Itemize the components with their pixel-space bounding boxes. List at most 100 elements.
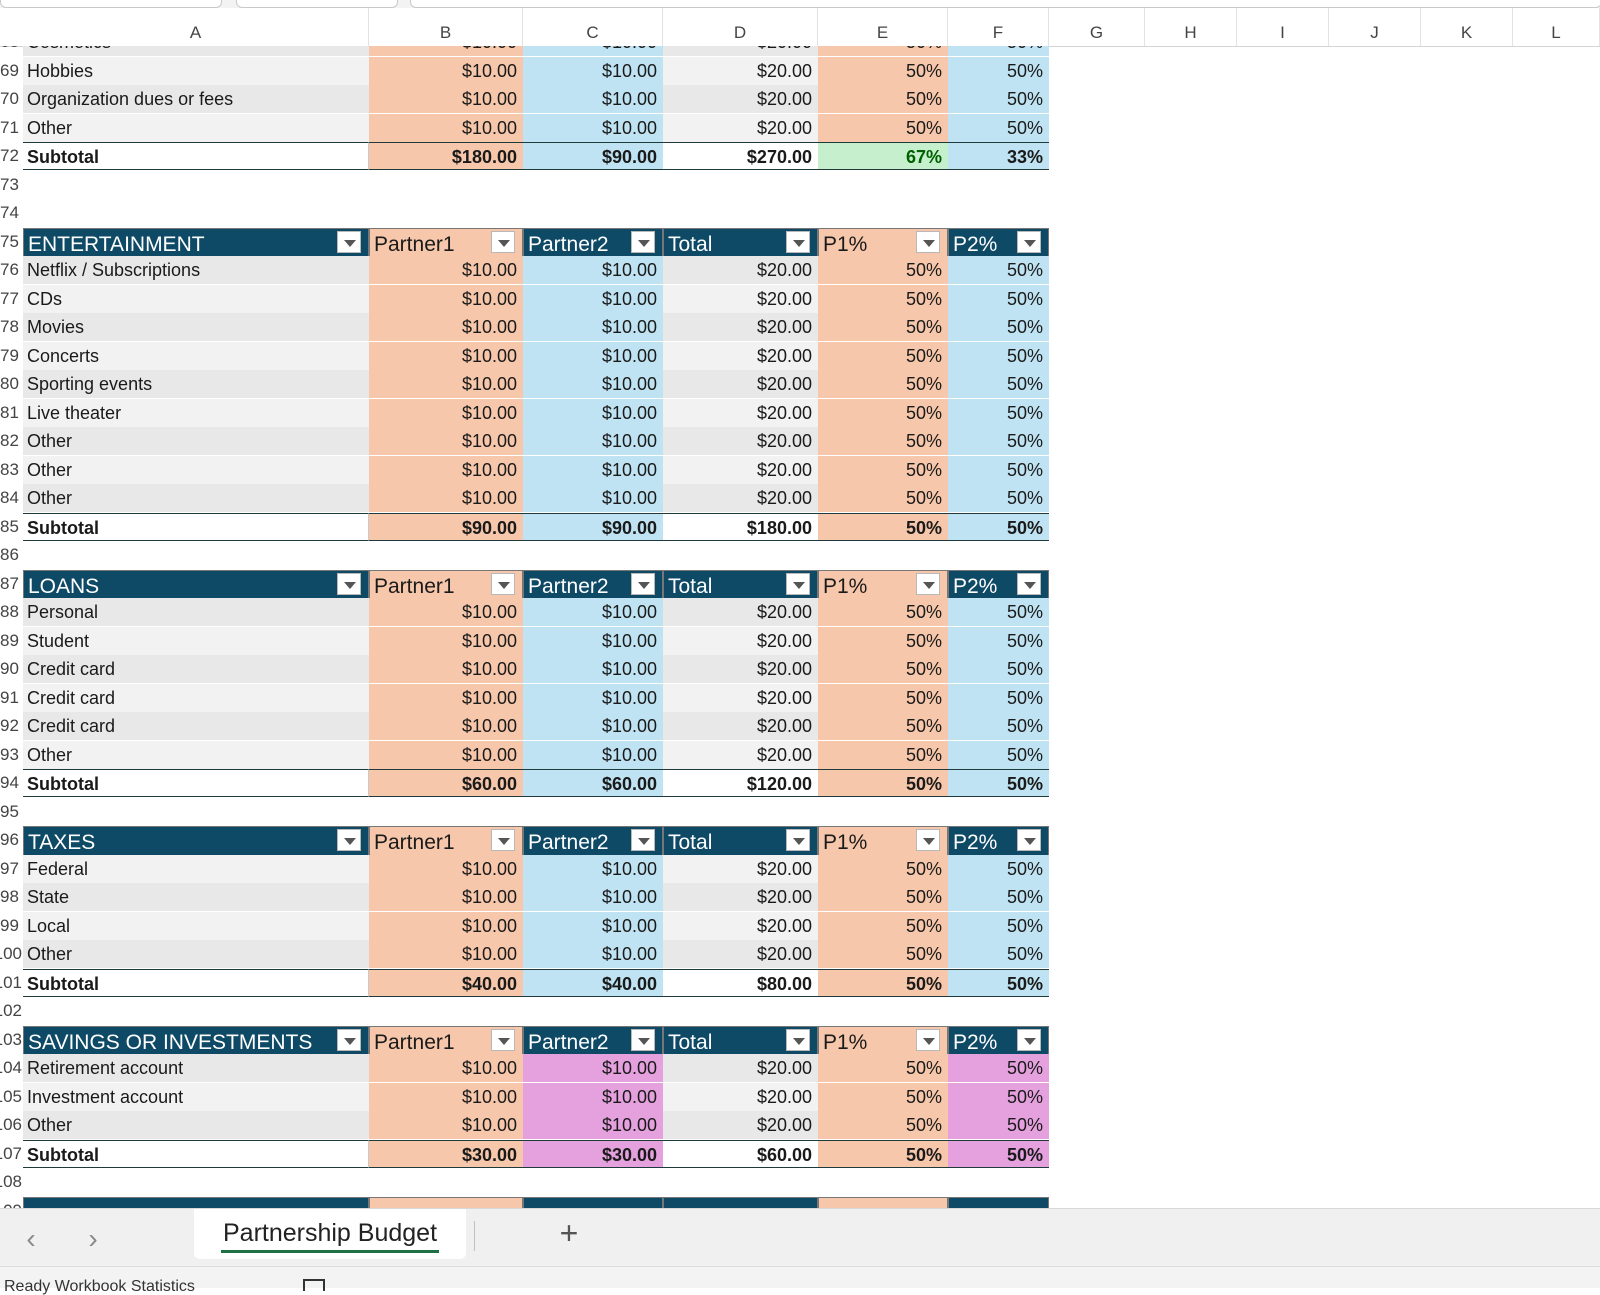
p2-percent[interactable]: 50%	[948, 740, 1049, 769]
row-number[interactable]: 107	[0, 1140, 22, 1168]
partner1-value[interactable]: $10.00	[369, 46, 523, 56]
column-header-a[interactable]: A	[23, 8, 369, 46]
p2-percent[interactable]: 50%	[948, 1111, 1049, 1139]
row-number[interactable]: 94	[0, 769, 22, 797]
p1-percent[interactable]: 50%	[818, 940, 948, 968]
p2-percent[interactable]: 50%	[948, 341, 1049, 370]
p2-percent[interactable]: 50%	[948, 56, 1049, 85]
column-header-d[interactable]: D	[663, 8, 818, 46]
partner2-value[interactable]: $10.00	[523, 1082, 663, 1111]
p2-percent[interactable]: 50%	[948, 398, 1049, 427]
row-number[interactable]: 108	[0, 1168, 22, 1196]
total-value[interactable]: $20.00	[663, 427, 818, 455]
p1-percent[interactable]: 50%	[818, 512, 948, 541]
partner1-value[interactable]: $10.00	[369, 740, 523, 769]
partner1-value[interactable]: $10.00	[369, 370, 523, 398]
row-number[interactable]: 69	[0, 57, 22, 85]
category-label[interactable]: Movies	[23, 313, 369, 341]
filter-dropdown-icon[interactable]	[786, 1028, 810, 1051]
total-value[interactable]: $20.00	[663, 712, 818, 740]
category-label[interactable]: Credit card	[23, 655, 369, 683]
table-header-category[interactable]	[23, 1196, 369, 1208]
formula-bar[interactable]	[410, 0, 1600, 8]
chevron-left-icon[interactable]: ‹	[16, 1223, 46, 1255]
partner1-value[interactable]: $10.00	[369, 313, 523, 341]
category-label[interactable]: Retirement account	[23, 1054, 369, 1082]
filter-dropdown-icon[interactable]	[491, 829, 515, 851]
filter-dropdown-icon[interactable]	[1017, 230, 1041, 253]
total-value[interactable]: $20.00	[663, 940, 818, 968]
category-label[interactable]: Other	[23, 740, 369, 769]
partner1-value[interactable]: $10.00	[369, 911, 523, 940]
p2-percent[interactable]: 50%	[948, 284, 1049, 313]
chevron-right-icon[interactable]: ›	[78, 1223, 108, 1255]
row-number[interactable]: 100	[0, 940, 22, 968]
partner2-value[interactable]: $10.00	[523, 313, 663, 341]
partner2-value[interactable]: $30.00	[523, 1139, 663, 1168]
partner1-value[interactable]: $40.00	[369, 968, 523, 997]
partner1-value[interactable]: $10.00	[369, 427, 523, 455]
p1-percent[interactable]: 50%	[818, 712, 948, 740]
category-label[interactable]: Other	[23, 427, 369, 455]
row-number[interactable]: 92	[0, 712, 22, 740]
subtotal-label[interactable]: Subtotal	[23, 1139, 369, 1168]
category-label[interactable]: Credit card	[23, 683, 369, 712]
partner1-value[interactable]: $60.00	[369, 769, 523, 797]
partner1-value[interactable]: $30.00	[369, 1139, 523, 1168]
name-box[interactable]	[0, 0, 222, 8]
p2-percent[interactable]: 50%	[948, 256, 1049, 284]
row-number[interactable]: 68	[0, 46, 22, 56]
row-number[interactable]: 87	[0, 570, 22, 598]
category-label[interactable]: Federal	[23, 854, 369, 883]
partner1-value[interactable]: $10.00	[369, 256, 523, 284]
partner2-value[interactable]: $10.00	[523, 911, 663, 940]
p1-percent[interactable]: 50%	[818, 455, 948, 484]
p1-percent[interactable]: 50%	[818, 56, 948, 85]
filter-dropdown-icon[interactable]	[916, 572, 940, 595]
row-number[interactable]: 79	[0, 342, 22, 370]
row-number[interactable]: 102	[0, 997, 22, 1025]
partner2-value[interactable]: $10.00	[523, 427, 663, 455]
table-header-p1-percent[interactable]	[818, 1196, 948, 1208]
p1-percent[interactable]: 50%	[818, 370, 948, 398]
category-label[interactable]: Live theater	[23, 398, 369, 427]
p2-percent[interactable]: 50%	[948, 769, 1049, 797]
row-number[interactable]: 74	[0, 199, 22, 227]
row-number[interactable]: 103	[0, 1026, 22, 1054]
row-number[interactable]: 95	[0, 798, 22, 826]
partner2-value[interactable]: $10.00	[523, 85, 663, 113]
partner2-value[interactable]: $10.00	[523, 940, 663, 968]
p2-percent[interactable]: 50%	[948, 313, 1049, 341]
p1-percent[interactable]: 50%	[818, 427, 948, 455]
row-number[interactable]: 88	[0, 598, 22, 626]
statistics-icon[interactable]	[303, 1279, 325, 1291]
p1-percent[interactable]: 67%	[818, 142, 948, 170]
filter-dropdown-icon[interactable]	[786, 829, 810, 851]
p1-percent[interactable]: 50%	[818, 740, 948, 769]
p2-percent[interactable]: 50%	[948, 512, 1049, 541]
table-header-partner1[interactable]	[369, 1196, 523, 1208]
partner2-value[interactable]: $10.00	[523, 683, 663, 712]
plus-icon[interactable]: +	[552, 1215, 586, 1252]
column-header-l[interactable]: L	[1513, 8, 1600, 46]
filter-dropdown-icon[interactable]	[1017, 829, 1041, 851]
p2-percent[interactable]: 33%	[948, 142, 1049, 170]
row-number[interactable]: 97	[0, 855, 22, 883]
category-label[interactable]: Other	[23, 484, 369, 512]
filter-dropdown-icon[interactable]	[337, 829, 361, 851]
partner1-value[interactable]: $90.00	[369, 512, 523, 541]
p2-percent[interactable]: 50%	[948, 883, 1049, 911]
partner2-value[interactable]: $10.00	[523, 1111, 663, 1139]
total-value[interactable]: $60.00	[663, 1139, 818, 1168]
row-number[interactable]: 82	[0, 427, 22, 455]
partner2-value[interactable]: $10.00	[523, 370, 663, 398]
p2-percent[interactable]: 50%	[948, 1139, 1049, 1168]
p1-percent[interactable]: 50%	[818, 655, 948, 683]
filter-dropdown-icon[interactable]	[1017, 1028, 1041, 1051]
partner1-value[interactable]: $10.00	[369, 1082, 523, 1111]
row-number[interactable]: 72	[0, 142, 22, 170]
row-number[interactable]: 83	[0, 456, 22, 484]
p1-percent[interactable]: 50%	[818, 341, 948, 370]
p2-percent[interactable]: 50%	[948, 1054, 1049, 1082]
category-label[interactable]: Investment account	[23, 1082, 369, 1111]
